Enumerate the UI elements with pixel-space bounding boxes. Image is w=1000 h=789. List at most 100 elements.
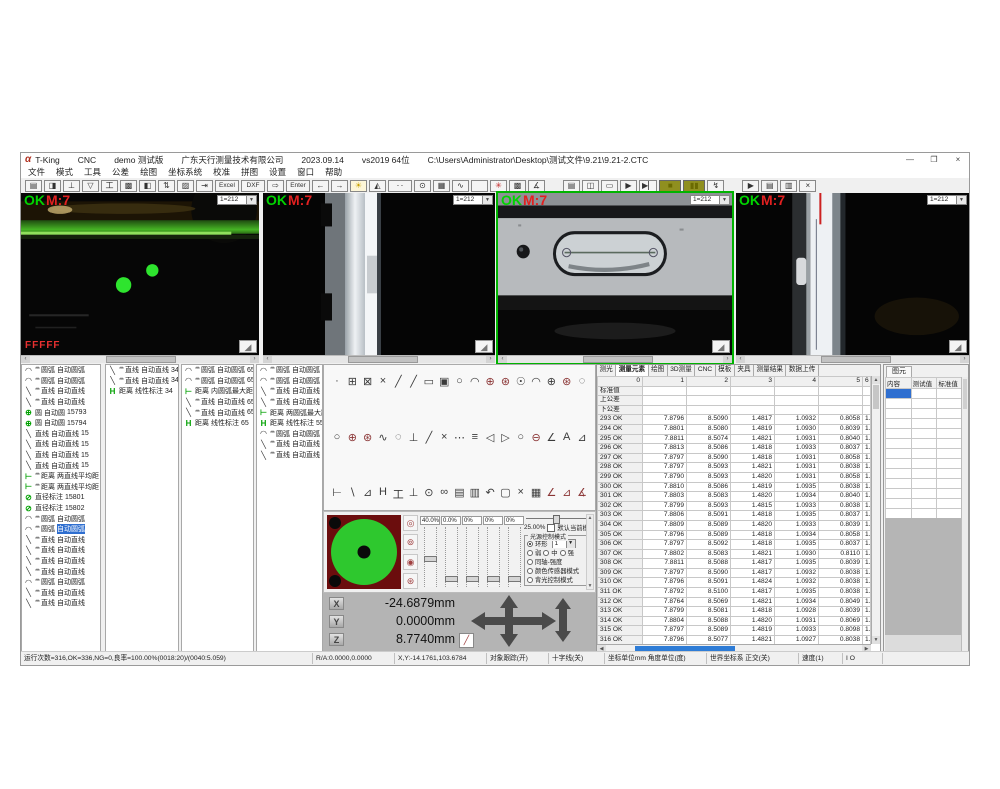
element-list-item[interactable]: ╲***直线自动直线 — [22, 556, 100, 567]
column-header-3[interactable]: 3 — [731, 377, 775, 387]
light-segment-icon-3[interactable]: ◉ — [403, 554, 418, 570]
palette-tool-icon[interactable]: H — [376, 486, 390, 502]
default-mode-checkbox[interactable] — [547, 524, 555, 532]
master-brightness-slider[interactable] — [524, 514, 588, 523]
dxf-export-button[interactable]: DXF — [241, 180, 265, 192]
element-list-item[interactable]: ╲***直线自动直线 — [22, 535, 100, 546]
table-row[interactable]: 299 OK7.87908.50931.48201.09310.80581.09… — [598, 472, 871, 482]
element-list-item[interactable]: ╲直线自动直线15 — [22, 429, 100, 440]
element-list-item[interactable]: H距离线性标注55 — [257, 418, 322, 429]
table-row[interactable]: 300 OK7.88108.50861.48191.09350.80381.09… — [598, 482, 871, 492]
palette-tool-icon[interactable]: ↶ — [483, 486, 497, 502]
element-list-item[interactable]: ◠***圆弧自动圆弧65 — [182, 376, 253, 387]
detail-row[interactable] — [886, 469, 963, 479]
tab-测光[interactable]: 测光 — [597, 365, 616, 376]
detail-row[interactable] — [886, 509, 963, 519]
z-axis-icon[interactable]: Z — [329, 633, 344, 646]
element-list-item[interactable]: ╲***直线自动直线55 — [257, 397, 322, 408]
light-slider-4[interactable]: 0% — [483, 516, 503, 590]
element-list-item[interactable]: ╲直线自动直线15 — [22, 439, 100, 450]
curve-button[interactable]: ∿ — [452, 180, 469, 192]
palette-tool-icon[interactable]: ⊛ — [560, 375, 574, 388]
palette-tool-icon[interactable]: ▣ — [437, 375, 451, 388]
stage-move-button[interactable]: ⊥ — [63, 180, 80, 192]
next-button[interactable]: → — [331, 180, 348, 192]
element-list-item[interactable]: ⊢距离内圆弧最大距 — [182, 386, 253, 397]
half-image-button[interactable]: ◧ — [139, 180, 156, 192]
palette-tool-icon[interactable]: × — [376, 375, 390, 388]
special-row-上公差[interactable]: 上公差 — [598, 396, 871, 406]
tab-测量结果[interactable]: 测量结果 — [754, 365, 786, 376]
element-list-item[interactable]: ⊕圆自动圆15793 — [22, 407, 100, 418]
detail-row[interactable] — [886, 489, 963, 499]
light-slider-5[interactable]: 0% — [504, 516, 524, 590]
palette-tool-icon[interactable]: ╱ — [422, 431, 436, 444]
element-list-item[interactable]: ◠***圆弧自动圆弧55 — [257, 365, 322, 376]
palette-tool-icon[interactable]: ∞ — [437, 486, 451, 502]
special-row-下公差[interactable]: 下公差 — [598, 405, 871, 415]
palette-tool-icon[interactable]: A — [560, 431, 574, 444]
table-row[interactable]: 298 OK7.87978.50931.48211.09310.80381.09… — [598, 463, 871, 473]
palette-tool-icon[interactable]: ◌ — [575, 375, 589, 388]
element-list-item[interactable]: ⊢***距离两直线平均距 — [22, 482, 100, 493]
menu-item-2[interactable]: 工具 — [84, 166, 101, 178]
table-row[interactable]: 316 OK7.87968.50771.48211.09270.80381.09… — [598, 636, 871, 644]
play-to-end-button[interactable]: ▶▏ — [639, 180, 657, 192]
palette-tool-icon[interactable]: ∠ — [544, 486, 558, 502]
radio-button[interactable] — [527, 577, 533, 583]
step-move-button[interactable]: ⇥ — [196, 180, 213, 192]
probe-button[interactable]: ▽ — [82, 180, 99, 192]
table-row[interactable]: 297 OK7.87978.50901.48181.09310.80581.09… — [598, 453, 871, 463]
play-button[interactable]: ▶ — [620, 180, 637, 192]
chevron-down-icon[interactable]: ▼ — [719, 196, 729, 204]
palette-tool-icon[interactable]: ⊥ — [407, 431, 421, 444]
column-header-6[interactable]: 6 — [863, 377, 871, 387]
palette-tool-icon[interactable]: ∡ — [575, 486, 589, 502]
camera-2-annotate-icon[interactable]: ◢ — [475, 340, 493, 353]
palette-tool-icon[interactable]: ⊿ — [575, 431, 589, 444]
tab-模板[interactable]: 模板 — [716, 365, 735, 376]
palette-tool-icon[interactable]: ⊿ — [361, 486, 375, 502]
menu-item-9[interactable]: 窗口 — [297, 166, 314, 178]
table-row[interactable]: 293 OK7.87968.50901.48171.09320.80581.09… — [598, 415, 871, 425]
diagonal-jog-button[interactable]: ╱ — [459, 633, 474, 648]
blank-button[interactable] — [471, 180, 488, 192]
element-list-item[interactable]: ◠***圆弧自动圆弧55 — [257, 376, 322, 387]
column-header-5[interactable]: 5 — [819, 377, 863, 387]
table-row[interactable]: 311 OK7.87928.51001.48171.09350.80381.09… — [598, 588, 871, 598]
tab-数据上传[interactable]: 数据上传 — [786, 365, 818, 376]
element-list-item[interactable]: ╲***直线自动直线55 — [257, 450, 322, 461]
element-list-item[interactable]: ╲***直线自动直线34 — [106, 376, 178, 387]
tab-3D测量[interactable]: 3D测量 — [668, 365, 696, 376]
light-slider-thumb[interactable] — [424, 556, 437, 562]
palette-tool-icon[interactable]: ⊠ — [361, 375, 375, 388]
palette-tool-icon[interactable]: ☉ — [514, 375, 528, 388]
tab-element[interactable]: 图元 — [886, 366, 912, 377]
light-slider-1[interactable]: 40.0% — [420, 516, 440, 590]
camera-3-annotate-icon[interactable]: ◢ — [712, 340, 730, 353]
element-list-item[interactable]: ╲***直线自动直线 — [22, 587, 100, 598]
detail-row[interactable] — [886, 499, 963, 509]
tab-绘图[interactable]: 绘图 — [649, 365, 668, 376]
palette-tool-icon[interactable]: ⊙ — [422, 486, 436, 502]
light-bulb-button[interactable]: ☀ — [350, 180, 367, 192]
chart-button[interactable]: ∡ — [528, 180, 545, 192]
element-list-item[interactable]: ╲***直线自动直线 — [22, 397, 100, 408]
palette-tool-icon[interactable]: × — [437, 431, 451, 444]
element-list-item[interactable]: ╲***直线自动直线34 — [106, 365, 178, 376]
camera-view-3[interactable]: OKM:7 1=212▼ ◢ ‹› — [498, 193, 732, 363]
menu-item-8[interactable]: 设置 — [269, 166, 286, 178]
radio-button[interactable] — [543, 550, 549, 556]
minimize-button[interactable]: — — [903, 155, 917, 164]
palette-tool-icon[interactable]: ╱ — [391, 375, 405, 388]
element-list-item[interactable]: ╲直线自动直线15 — [22, 460, 100, 471]
palette-tool-icon[interactable]: ▷ — [498, 431, 512, 444]
palette-tool-icon[interactable]: ≡ — [468, 431, 482, 444]
detail-row[interactable] — [886, 479, 963, 489]
save-program-button[interactable]: ▤ — [563, 180, 580, 192]
qr-code-button[interactable]: ▩ — [509, 180, 526, 192]
detail-row[interactable] — [886, 439, 963, 449]
special-row-标准值[interactable]: 标准值 — [598, 386, 871, 396]
menu-item-10[interactable]: 帮助 — [325, 166, 342, 178]
element-list-item[interactable]: ╲***直线自动直线 — [22, 598, 100, 609]
